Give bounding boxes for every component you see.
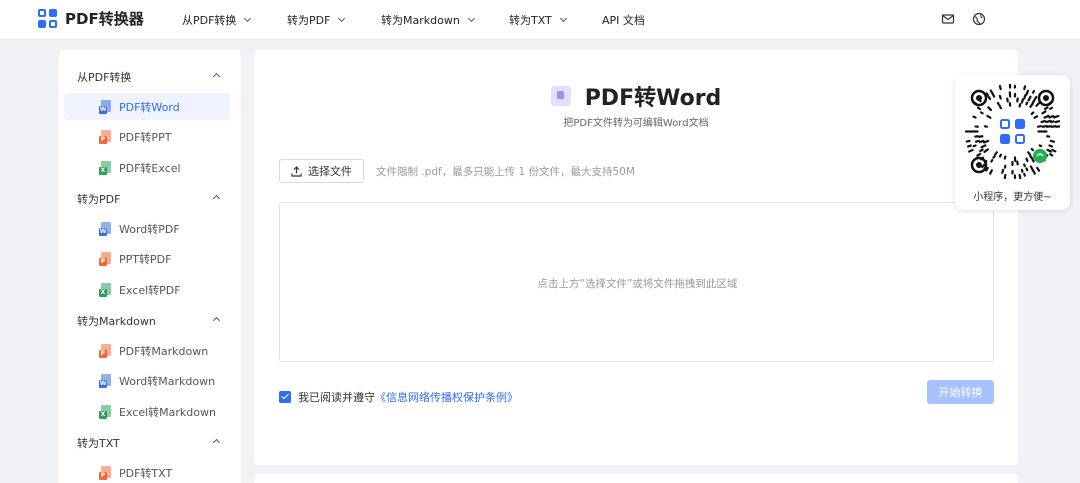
sidebar-item-label: Excel转Markdown <box>119 405 216 419</box>
word-file-icon: W <box>99 373 111 388</box>
word-file-icon: W <box>99 99 111 114</box>
sidebar-item-label: PDF转PPT <box>119 130 172 144</box>
agreement-text: 我已阅读并遵守 <box>298 391 375 404</box>
page-header: PDF转Word <box>254 80 1018 112</box>
excel-file-icon: X <box>99 160 111 175</box>
sidebar-item-pdf-to-word[interactable]: W PDF转Word <box>64 93 230 120</box>
sidebar-item-label: PDF转Word <box>119 100 180 114</box>
logo[interactable]: PDF转换器 <box>38 8 144 29</box>
chevron-up-icon[interactable] <box>212 72 221 81</box>
nav-to-pdf[interactable]: 转为PDF <box>287 12 346 28</box>
nav-to-markdown[interactable]: 转为Markdown <box>381 12 475 28</box>
word-file-icon: W <box>99 221 111 236</box>
nav-to-txt[interactable]: 转为TXT <box>509 12 567 28</box>
nav-label: 转为PDF <box>287 14 331 27</box>
pdf-file-icon: P <box>99 465 111 480</box>
chevron-down-icon <box>467 14 475 23</box>
qr-code-icon <box>965 84 1060 179</box>
sidebar-group-to-pdf[interactable]: 转为PDF <box>77 191 120 207</box>
top-navbar: PDF转换器 从PDF转换 转为PDF 转为Markdown 转为TXT API… <box>0 0 1080 40</box>
nav-label: 转为TXT <box>509 14 552 27</box>
secondary-panel <box>254 474 1018 483</box>
sidebar-group-from-pdf[interactable]: 从PDF转换 <box>77 69 131 85</box>
sidebar-item-pdf-to-txt[interactable]: P PDF转TXT <box>64 459 230 483</box>
agreement-link[interactable]: 《信息网络传播权保护条例》 <box>375 389 518 405</box>
mini-program-qr-card[interactable]: 小程序，更方便~ <box>955 75 1070 210</box>
file-limit-hint: 文件限制 .pdf，最多只能上传 1 份文件，最大支持50M <box>376 166 635 178</box>
sidebar-item-word-to-markdown[interactable]: W Word转Markdown <box>64 367 230 394</box>
sidebar-item-label: Word转Markdown <box>119 374 216 388</box>
file-dropzone[interactable]: 点击上方“选择文件”或将文件拖拽到此区域 <box>279 202 994 362</box>
converter-panel: PDF转Word 把PDF文件转为可编辑Word文档 选择文件 文件限制 .pd… <box>254 50 1018 465</box>
sidebar-item-ppt-to-pdf[interactable]: P PPT转PDF <box>64 245 230 272</box>
sidebar-item-label: PDF转Markdown <box>119 344 209 358</box>
chevron-down-icon <box>338 14 346 23</box>
sidebar-item-label: PDF转TXT <box>119 466 173 480</box>
sidebar-item-excel-to-markdown[interactable]: X Excel转Markdown <box>64 398 230 425</box>
chevron-up-icon[interactable] <box>212 438 221 447</box>
sidebar-item-pdf-to-excel[interactable]: X PDF转Excel <box>64 154 230 181</box>
select-file-button[interactable]: 选择文件 <box>279 159 364 183</box>
sidebar-group-to-txt[interactable]: 转为TXT <box>77 435 120 451</box>
excel-file-icon: X <box>99 404 111 419</box>
select-file-label: 选择文件 <box>308 165 352 178</box>
chevron-down-icon <box>559 14 567 23</box>
mail-icon[interactable] <box>941 12 955 26</box>
brand-name: PDF转换器 <box>65 10 144 28</box>
page-subtitle: 把PDF文件转为可编辑Word文档 <box>563 118 709 129</box>
sidebar-item-label: PPT转PDF <box>119 252 172 266</box>
chevron-down-icon <box>244 14 252 23</box>
pdf-file-icon: P <box>99 343 111 358</box>
sidebar-group-to-markdown[interactable]: 转为Markdown <box>77 313 156 329</box>
start-convert-button[interactable]: 开始转换 <box>927 380 994 404</box>
upload-icon <box>291 165 302 177</box>
globe-icon[interactable] <box>972 12 986 26</box>
qr-caption: 小程序，更方便~ <box>973 192 1052 203</box>
agreement-checkbox[interactable] <box>279 391 291 403</box>
nav-api-docs[interactable]: API 文档 <box>602 12 645 28</box>
sidebar: 从PDF转换 W PDF转Word P PDF转PPT X PDF转Excel … <box>59 50 241 483</box>
nav-label: API 文档 <box>602 14 645 27</box>
sidebar-item-pdf-to-ppt[interactable]: P PDF转PPT <box>64 123 230 150</box>
dropzone-hint: 点击上方“选择文件”或将文件拖拽到此区域 <box>537 278 738 290</box>
sidebar-item-pdf-to-markdown[interactable]: P PDF转Markdown <box>64 337 230 364</box>
sidebar-item-label: Word转PDF <box>119 222 180 236</box>
sidebar-item-word-to-pdf[interactable]: W Word转PDF <box>64 215 230 242</box>
nav-label: 从PDF转换 <box>182 14 237 27</box>
logo-icon <box>38 8 58 29</box>
chevron-up-icon[interactable] <box>212 316 221 325</box>
nav-from-pdf[interactable]: 从PDF转换 <box>182 12 252 28</box>
document-icon <box>550 86 571 106</box>
excel-file-icon: X <box>99 282 111 297</box>
sidebar-item-label: Excel转PDF <box>119 283 181 297</box>
sidebar-item-label: PDF转Excel <box>119 161 181 175</box>
agreement-row: 我已阅读并遵守 《信息网络传播权保护条例》 <box>279 389 518 405</box>
ppt-file-icon: P <box>99 129 111 144</box>
chevron-up-icon[interactable] <box>212 194 221 203</box>
page-title: PDF转Word <box>584 86 722 111</box>
sidebar-item-excel-to-pdf[interactable]: X Excel转PDF <box>64 276 230 303</box>
nav-label: 转为Markdown <box>381 14 460 27</box>
ppt-file-icon: P <box>99 251 111 266</box>
